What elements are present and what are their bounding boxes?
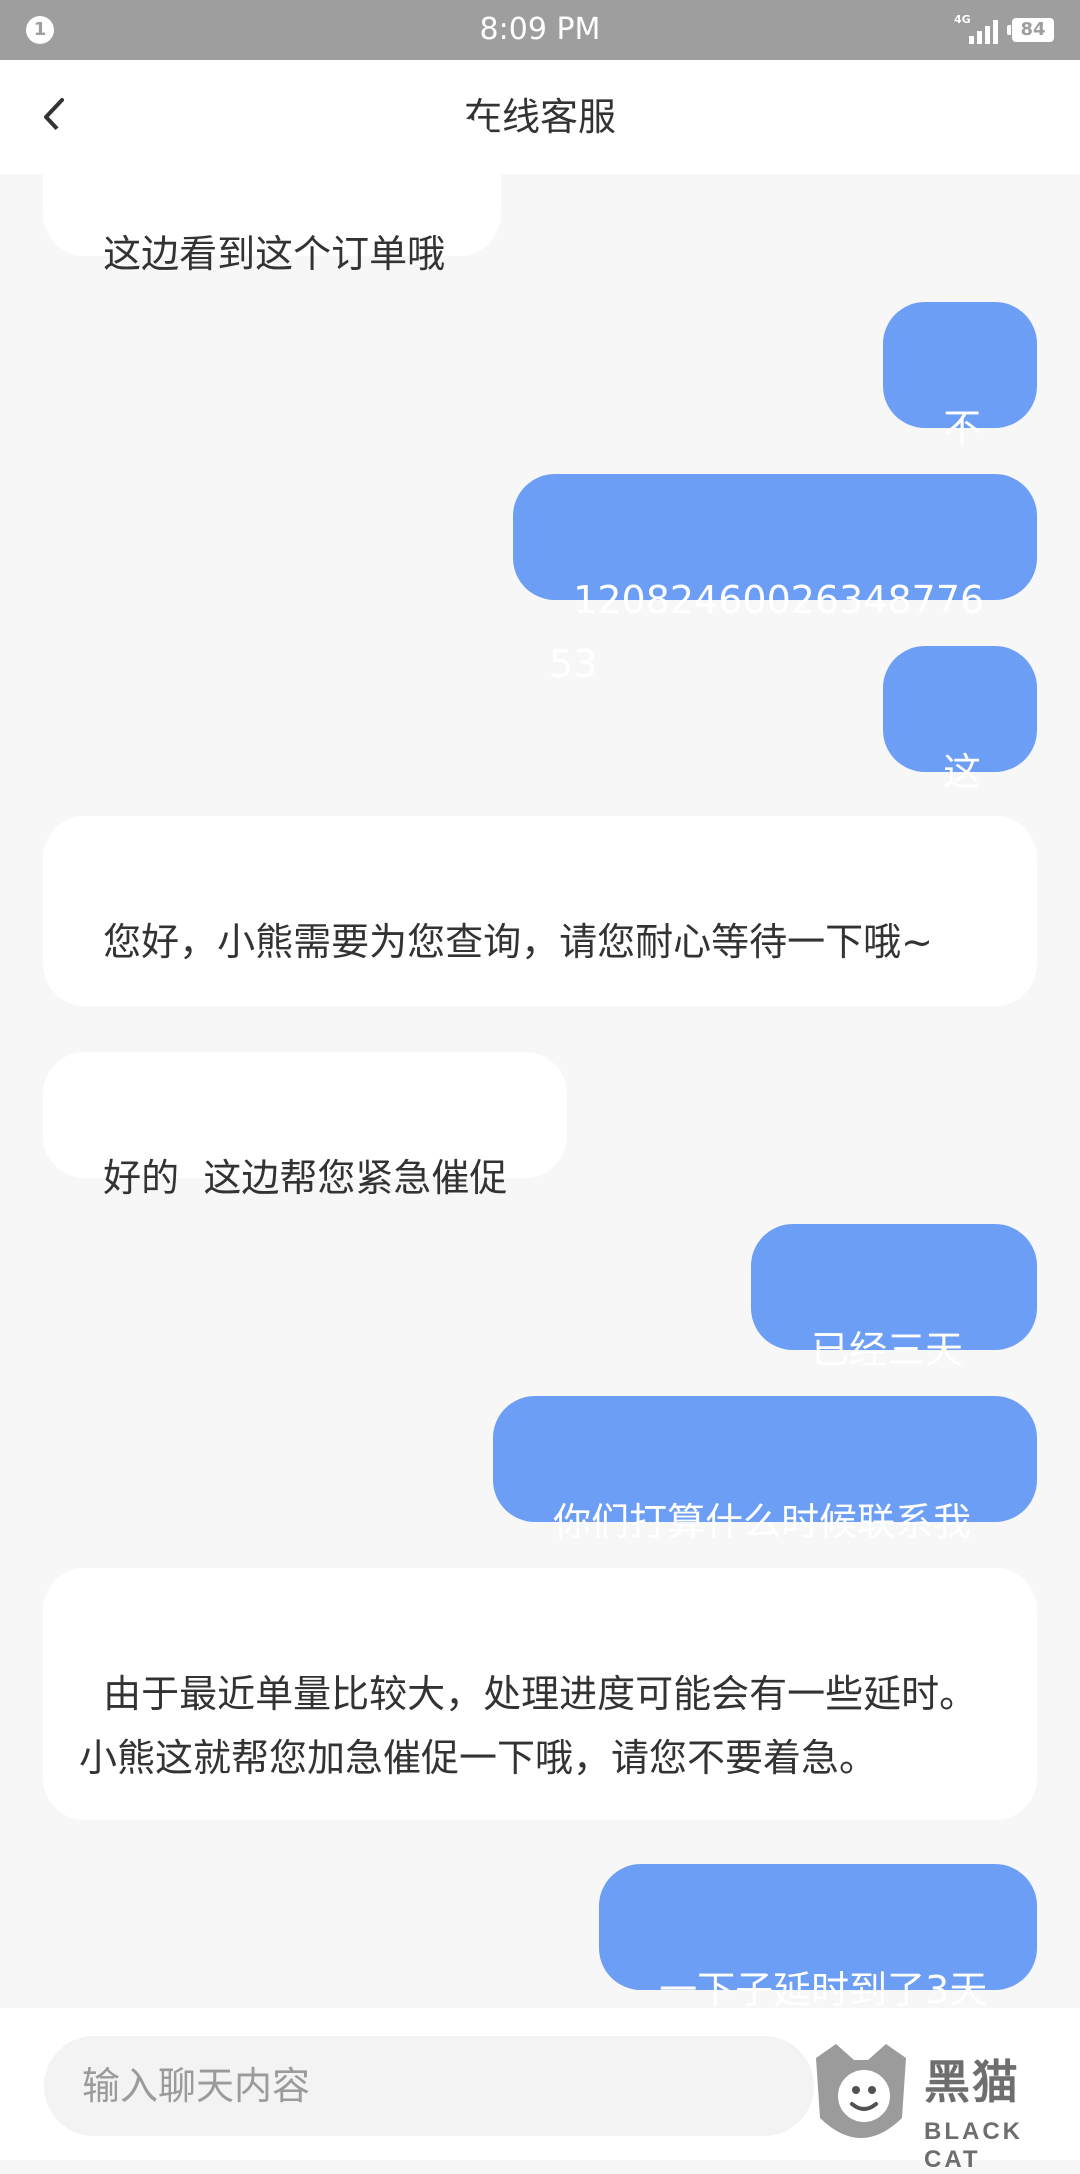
- chat-input[interactable]: [44, 2036, 814, 2136]
- message-text: 好的 这边帮您紧急催促: [103, 1156, 508, 1200]
- agent-message: 由于最近单量比较大，处理进度可能会有一些延时。小熊这就帮您加急催促一下哦，请您不…: [43, 1568, 1037, 1820]
- cat-logo-icon: [816, 2044, 906, 2138]
- message-text: 一下子延时到了3天: [659, 1968, 988, 2012]
- user-message: 一下子延时到了3天: [599, 1864, 1037, 2012]
- message-text: 你们打算什么时候联系我: [553, 1500, 972, 1544]
- agent-message: 这边看到这个订单哦: [43, 118, 501, 276]
- message-text: 您好，小熊需要为您查询，请您耐心等待一下哦~: [103, 920, 934, 964]
- signal-icon: 4G: [954, 14, 998, 46]
- battery-icon: 84: [1007, 18, 1054, 42]
- user-message: 1208246002634877653: [513, 474, 1037, 686]
- user-message: 这个: [883, 646, 1037, 858]
- message-text: 这边看到这个订单哦: [103, 232, 446, 276]
- agent-message: 好的 这边帮您紧急催促: [43, 1052, 567, 1200]
- message-text: 由于最近单量比较大，处理进度可能会有一些延时。小熊这就帮您加急催促一下哦，请您不…: [79, 1672, 978, 1780]
- user-message: 你们打算什么时候联系我: [493, 1396, 1037, 1544]
- watermark-subtitle: BLACK CAT: [924, 2118, 1023, 2173]
- watermark-logo: 黑猫 BLACK CAT: [806, 2040, 1066, 2173]
- status-bar: 1 8:09 PM 4G 84: [0, 0, 1080, 60]
- user-message: 已经三天了: [751, 1224, 1037, 1436]
- user-message: 不是: [883, 302, 1037, 514]
- status-time: 8:09 PM: [479, 12, 601, 47]
- agent-message: 您好，小熊需要为您查询，请您耐心等待一下哦~: [43, 816, 1037, 1006]
- watermark-brand: 黑猫: [924, 2055, 1020, 2109]
- status-icons: 4G 84: [954, 14, 1054, 46]
